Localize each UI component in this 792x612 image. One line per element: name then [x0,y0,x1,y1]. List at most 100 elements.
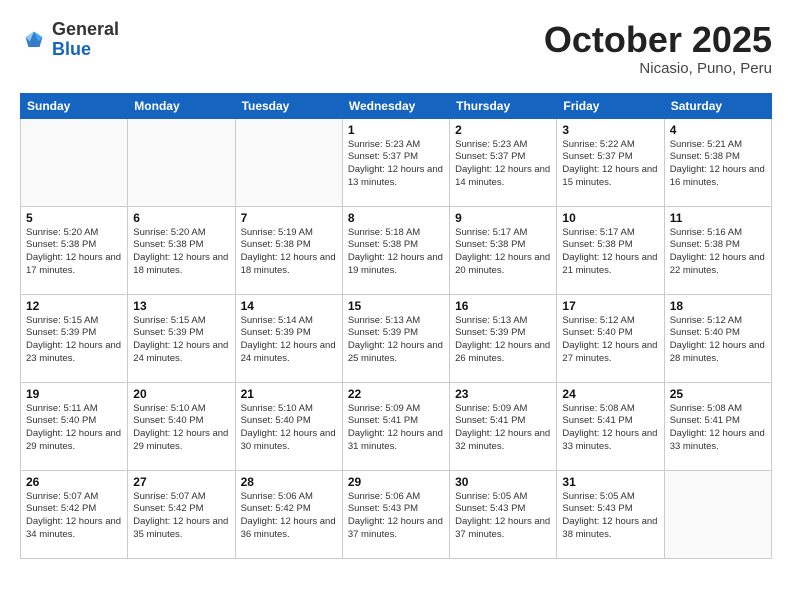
weekday-header-monday: Monday [128,93,235,118]
day-number: 22 [348,387,444,401]
page-header: General Blue October 2025 Nicasio, Puno,… [20,20,772,77]
day-info: Sunrise: 5:07 AM Sunset: 5:42 PM Dayligh… [133,491,229,542]
day-cell-14: 14 Sunrise: 5:14 AM Sunset: 5:39 PM Dayli… [235,294,342,382]
day-number: 31 [562,475,658,489]
day-number: 23 [455,387,551,401]
day-info: Sunrise: 5:15 AM Sunset: 5:39 PM Dayligh… [133,315,229,366]
day-number: 28 [241,475,337,489]
day-number: 8 [348,211,444,225]
day-info: Sunrise: 5:15 AM Sunset: 5:39 PM Dayligh… [26,315,122,366]
day-number: 13 [133,299,229,313]
day-number: 27 [133,475,229,489]
day-number: 18 [670,299,766,313]
day-info: Sunrise: 5:14 AM Sunset: 5:39 PM Dayligh… [241,315,337,366]
day-cell-empty [235,118,342,206]
day-cell-3: 3Sunrise: 5:22 AM Sunset: 5:37 PM Daylig… [557,118,664,206]
day-number: 11 [670,211,766,225]
day-number: 6 [133,211,229,225]
day-cell-6: 6 Sunrise: 5:20 AM Sunset: 5:38 PM Daylig… [128,206,235,294]
day-info: Sunrise: 5:05 AM Sunset: 5:43 PM Dayligh… [455,491,551,542]
weekday-header-wednesday: Wednesday [342,93,449,118]
day-info: Sunrise: 5:07 AM Sunset: 5:42 PM Dayligh… [26,491,122,542]
day-cell-20: 20 Sunrise: 5:10 AM Sunset: 5:40 PM Dayli… [128,382,235,470]
day-info: Sunrise: 5:17 AM Sunset: 5:38 PM Dayligh… [455,227,551,278]
day-number: 25 [670,387,766,401]
day-cell-1: 1 Sunrise: 5:23 AM Sunset: 5:37 PM Daylig… [342,118,449,206]
day-info: Sunrise: 5:17 AM Sunset: 5:38 PM Dayligh… [562,227,658,278]
day-cell-4: 4 Sunrise: 5:21 AM Sunset: 5:38 PM Daylig… [664,118,771,206]
day-number: 5 [26,211,122,225]
day-cell-25: 25 Sunrise: 5:08 AM Sunset: 5:41 PM Dayli… [664,382,771,470]
day-info: Sunrise: 5:19 AM Sunset: 5:38 PM Dayligh… [241,227,337,278]
weekday-header-thursday: Thursday [450,93,557,118]
day-info: Sunrise: 5:21 AM Sunset: 5:38 PM Dayligh… [670,139,766,190]
day-info: Sunrise: 5:13 AM Sunset: 5:39 PM Dayligh… [455,315,551,366]
weekday-header-friday: Friday [557,93,664,118]
day-number: 20 [133,387,229,401]
day-number: 26 [26,475,122,489]
day-number: 12 [26,299,122,313]
day-number: 1 [348,123,444,137]
day-cell-27: 27 Sunrise: 5:07 AM Sunset: 5:42 PM Dayli… [128,470,235,558]
logo-general: General [52,19,119,39]
day-cell-28: 28 Sunrise: 5:06 AM Sunset: 5:42 PM Dayli… [235,470,342,558]
day-info: Sunrise: 5:08 AM Sunset: 5:41 PM Dayligh… [670,403,766,454]
day-number: 17 [562,299,658,313]
day-info: Sunrise: 5:23 AM Sunset: 5:37 PM Dayligh… [348,139,444,190]
logo: General Blue [20,20,119,60]
day-number: 14 [241,299,337,313]
day-info: Sunrise: 5:22 AM Sunset: 5:37 PM Dayligh… [562,139,658,190]
day-cell-29: 29Sunrise: 5:06 AM Sunset: 5:43 PM Dayli… [342,470,449,558]
day-cell-11: 11 Sunrise: 5:16 AM Sunset: 5:38 PM Dayli… [664,206,771,294]
day-cell-15: 15 Sunrise: 5:13 AM Sunset: 5:39 PM Dayli… [342,294,449,382]
day-info: Sunrise: 5:20 AM Sunset: 5:38 PM Dayligh… [26,227,122,278]
week-row-5: 26 Sunrise: 5:07 AM Sunset: 5:42 PM Dayli… [21,470,772,558]
day-cell-10: 10 Sunrise: 5:17 AM Sunset: 5:38 PM Dayli… [557,206,664,294]
day-cell-18: 18 Sunrise: 5:12 AM Sunset: 5:40 PM Dayli… [664,294,771,382]
day-number: 4 [670,123,766,137]
day-number: 2 [455,123,551,137]
day-number: 16 [455,299,551,313]
calendar-table: SundayMondayTuesdayWednesdayThursdayFrid… [20,93,772,559]
logo-text: General Blue [52,20,119,60]
day-cell-30: 30 Sunrise: 5:05 AM Sunset: 5:43 PM Dayli… [450,470,557,558]
weekday-header-saturday: Saturday [664,93,771,118]
logo-blue: Blue [52,39,91,59]
location-subtitle: Nicasio, Puno, Peru [544,60,772,77]
day-info: Sunrise: 5:09 AM Sunset: 5:41 PM Dayligh… [455,403,551,454]
day-cell-5: 5 Sunrise: 5:20 AM Sunset: 5:38 PM Daylig… [21,206,128,294]
day-cell-13: 13 Sunrise: 5:15 AM Sunset: 5:39 PM Dayli… [128,294,235,382]
day-number: 7 [241,211,337,225]
day-cell-12: 12 Sunrise: 5:15 AM Sunset: 5:39 PM Dayli… [21,294,128,382]
week-row-3: 12 Sunrise: 5:15 AM Sunset: 5:39 PM Dayli… [21,294,772,382]
day-number: 15 [348,299,444,313]
title-section: October 2025 Nicasio, Puno, Peru [544,20,772,77]
day-info: Sunrise: 5:09 AM Sunset: 5:41 PM Dayligh… [348,403,444,454]
day-cell-9: 9Sunrise: 5:17 AM Sunset: 5:38 PM Daylig… [450,206,557,294]
day-cell-17: 17 Sunrise: 5:12 AM Sunset: 5:40 PM Dayli… [557,294,664,382]
day-cell-2: 2 Sunrise: 5:23 AM Sunset: 5:37 PM Daylig… [450,118,557,206]
day-cell-22: 22 Sunrise: 5:09 AM Sunset: 5:41 PM Dayli… [342,382,449,470]
day-info: Sunrise: 5:13 AM Sunset: 5:39 PM Dayligh… [348,315,444,366]
day-cell-empty [128,118,235,206]
day-cell-7: 7 Sunrise: 5:19 AM Sunset: 5:38 PM Daylig… [235,206,342,294]
day-info: Sunrise: 5:12 AM Sunset: 5:40 PM Dayligh… [670,315,766,366]
day-info: Sunrise: 5:23 AM Sunset: 5:37 PM Dayligh… [455,139,551,190]
day-info: Sunrise: 5:16 AM Sunset: 5:38 PM Dayligh… [670,227,766,278]
day-info: Sunrise: 5:08 AM Sunset: 5:41 PM Dayligh… [562,403,658,454]
day-number: 30 [455,475,551,489]
day-cell-24: 24Sunrise: 5:08 AM Sunset: 5:41 PM Dayli… [557,382,664,470]
day-info: Sunrise: 5:20 AM Sunset: 5:38 PM Dayligh… [133,227,229,278]
day-info: Sunrise: 5:10 AM Sunset: 5:40 PM Dayligh… [241,403,337,454]
weekday-header-sunday: Sunday [21,93,128,118]
day-info: Sunrise: 5:18 AM Sunset: 5:38 PM Dayligh… [348,227,444,278]
day-info: Sunrise: 5:10 AM Sunset: 5:40 PM Dayligh… [133,403,229,454]
day-info: Sunrise: 5:05 AM Sunset: 5:43 PM Dayligh… [562,491,658,542]
day-number: 10 [562,211,658,225]
day-info: Sunrise: 5:06 AM Sunset: 5:42 PM Dayligh… [241,491,337,542]
day-cell-31: 31 Sunrise: 5:05 AM Sunset: 5:43 PM Dayli… [557,470,664,558]
day-info: Sunrise: 5:12 AM Sunset: 5:40 PM Dayligh… [562,315,658,366]
day-cell-21: 21Sunrise: 5:10 AM Sunset: 5:40 PM Dayli… [235,382,342,470]
month-title: October 2025 [544,20,772,60]
week-row-1: 1 Sunrise: 5:23 AM Sunset: 5:37 PM Daylig… [21,118,772,206]
